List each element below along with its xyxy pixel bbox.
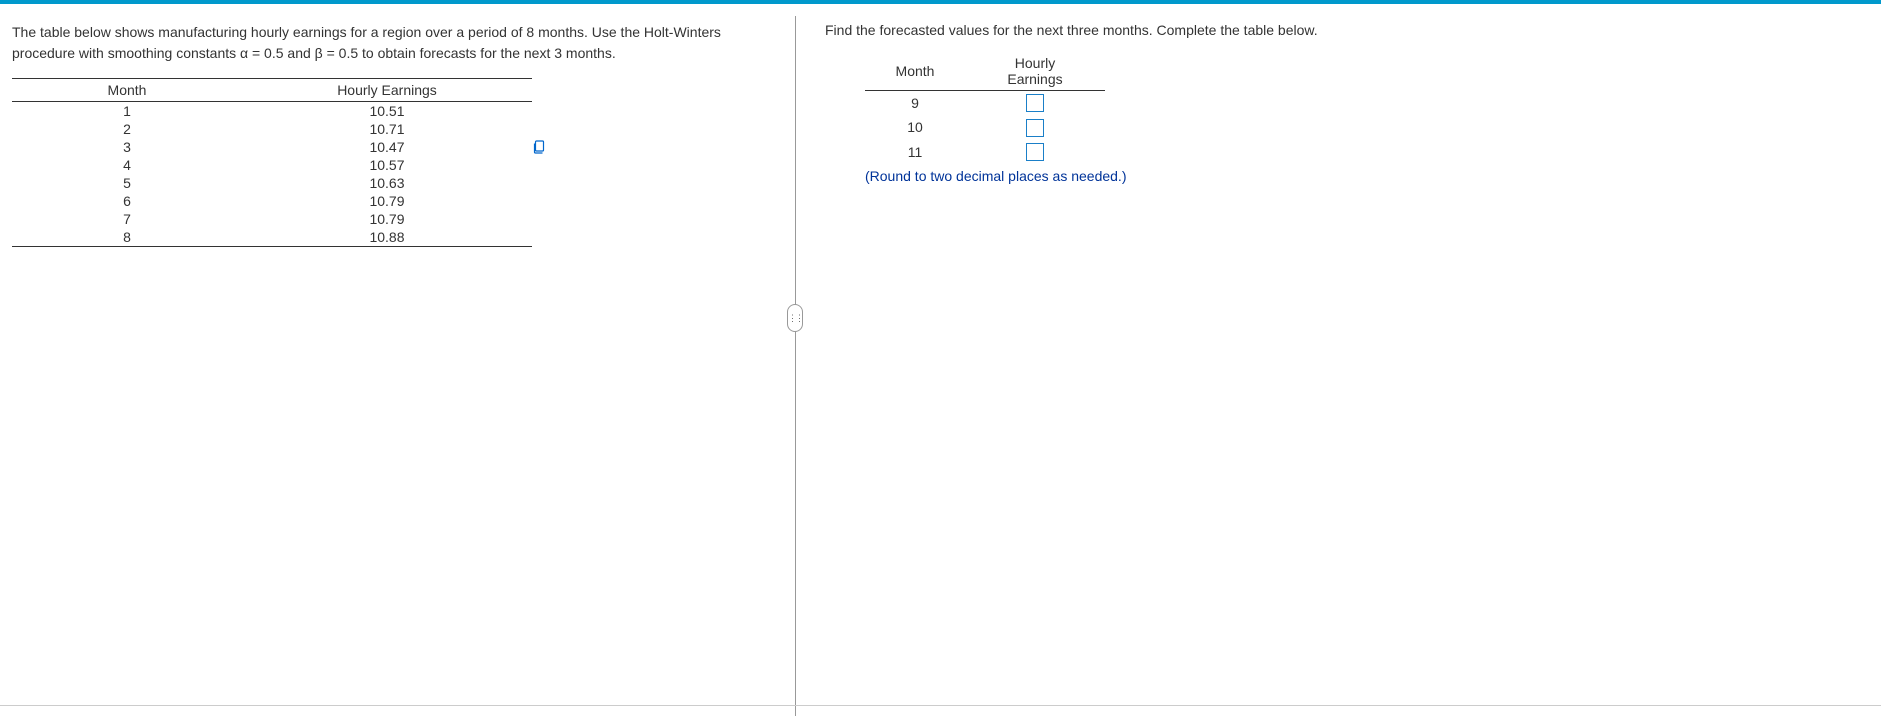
answer-input-9[interactable]	[1026, 94, 1044, 112]
forecast-header-month: Month	[865, 52, 965, 91]
cell-month: 6	[12, 192, 242, 210]
cell-earnings: 10.47	[242, 138, 532, 156]
cell-month: 8	[12, 228, 242, 247]
cell-earnings: 10.79	[242, 192, 532, 210]
forecast-header-earnings: Hourly Earnings	[965, 52, 1105, 91]
table-row: 6 10.79	[12, 192, 532, 210]
answer-input-11[interactable]	[1026, 143, 1044, 161]
cell-month: 2	[12, 120, 242, 138]
table-row: 7 10.79	[12, 210, 532, 228]
cell-month: 4	[12, 156, 242, 174]
cell-month: 1	[12, 102, 242, 121]
cell-month: 3	[12, 138, 242, 156]
divider-handle-icon[interactable]	[787, 304, 803, 332]
forecast-month: 10	[865, 115, 965, 139]
data-table-header-month: Month	[12, 79, 242, 102]
problem-statement: The table below shows manufacturing hour…	[12, 22, 773, 64]
table-row: 4 10.57	[12, 156, 532, 174]
forecast-row: 10	[865, 115, 1105, 139]
copy-icon[interactable]	[532, 140, 546, 154]
cell-earnings: 10.71	[242, 120, 532, 138]
cell-month: 5	[12, 174, 242, 192]
data-table-header-earnings: Hourly Earnings	[242, 79, 532, 102]
answer-input-10[interactable]	[1026, 119, 1044, 137]
table-row: 2 10.71	[12, 120, 532, 138]
bottom-border	[0, 705, 1881, 706]
right-panel: Find the forecasted values for the next …	[785, 4, 1330, 728]
forecast-table: Month Hourly Earnings 9 10 11	[865, 52, 1105, 164]
table-row: 3 10.47	[12, 138, 532, 156]
left-panel: The table below shows manufacturing hour…	[0, 4, 785, 728]
forecast-row: 11	[865, 140, 1105, 164]
rounding-hint: (Round to two decimal places as needed.)	[865, 168, 1318, 184]
cell-earnings: 10.88	[242, 228, 532, 247]
instruction-text: Find the forecasted values for the next …	[825, 22, 1318, 38]
content-wrapper: The table below shows manufacturing hour…	[0, 4, 1881, 728]
table-row: 5 10.63	[12, 174, 532, 192]
table-row: 1 10.51	[12, 102, 532, 121]
cell-earnings: 10.51	[242, 102, 532, 121]
forecast-month: 11	[865, 140, 965, 164]
data-table: Month Hourly Earnings 1 10.51 2 10.71 3	[12, 78, 532, 247]
cell-month: 7	[12, 210, 242, 228]
cell-earnings: 10.79	[242, 210, 532, 228]
forecast-row: 9	[865, 91, 1105, 116]
cell-earnings: 10.57	[242, 156, 532, 174]
forecast-month: 9	[865, 91, 965, 116]
table-row: 8 10.88	[12, 228, 532, 247]
cell-earnings: 10.63	[242, 174, 532, 192]
